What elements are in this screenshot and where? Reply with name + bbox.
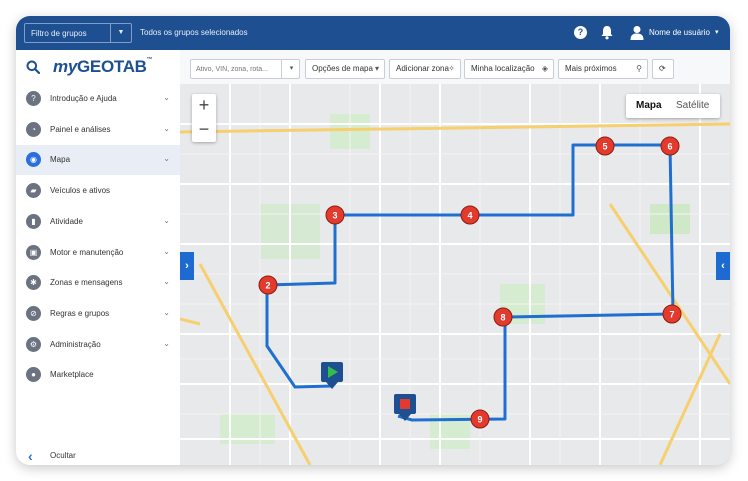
map-canvas[interactable]: 2 3 4 5 6 7 8 9 + − Mapa Satélite › ‹ <box>180 84 730 465</box>
refresh-icon: ⟳ <box>659 64 666 73</box>
sidebar-item[interactable]: ● Marketplace <box>16 360 180 390</box>
chevron-down-icon[interactable]: ⌄ <box>163 154 170 163</box>
gear-icon: ⚙ <box>26 336 41 352</box>
pie-chart-icon: ◔ <box>26 121 41 137</box>
chevron-left-icon: ‹ <box>28 448 33 464</box>
expand-right-panel-button[interactable]: ‹ <box>716 252 730 280</box>
refresh-button[interactable]: ⟳ <box>652 59 674 79</box>
location-target-icon: ◈ <box>541 64 548 73</box>
route-stop-8[interactable]: 8 <box>493 307 513 327</box>
chevron-down-icon[interactable]: ⌄ <box>163 247 170 256</box>
sidebar-item-label: Introdução e Ajuda <box>50 94 117 103</box>
user-menu-caret-icon[interactable]: ▾ <box>715 28 719 36</box>
sidebar-item-label: Veículos e ativos <box>50 186 111 196</box>
chevron-down-icon[interactable]: ⌄ <box>163 216 170 225</box>
nearest-button[interactable]: Mais próximos ⚲ <box>558 59 648 79</box>
svg-text:6: 6 <box>667 142 672 152</box>
chevron-down-icon[interactable]: ▼ <box>110 24 131 42</box>
marketplace-pin-icon: ● <box>26 367 41 383</box>
search-dropdown-caret-icon[interactable]: ▾ <box>281 59 301 79</box>
group-filter-dropdown[interactable]: Filtro de grupos ▼ <box>24 23 132 43</box>
nearest-label: Mais próximos <box>565 64 617 73</box>
sidebar-item[interactable]: ⊘ Regras e grupos ⌄ <box>16 299 180 329</box>
zoom-out-button[interactable]: − <box>192 118 216 142</box>
sidebar-item[interactable]: ? Introdução e Ajuda ⌄ <box>16 84 180 114</box>
svg-text:2: 2 <box>265 281 270 291</box>
rules-icon: ⊘ <box>26 305 41 321</box>
add-zone-button[interactable]: Adicionar zona ✧ <box>389 59 461 79</box>
chevron-down-icon: ▾ <box>374 64 379 73</box>
map-options-button[interactable]: Opções de mapa ▾ <box>305 59 385 79</box>
chevron-down-icon[interactable]: ⌄ <box>163 124 170 133</box>
route-stop-3[interactable]: 3 <box>325 205 345 225</box>
sidebar: myGEOTAB™ ? Introdução e Ajuda ⌄ ◔ Painel e … <box>16 50 181 465</box>
map-options-label: Opções de mapa <box>312 64 373 73</box>
route-stop-6[interactable]: 6 <box>660 136 680 156</box>
hide-sidebar-label: Ocultar <box>50 451 76 460</box>
zoom-control: + − <box>192 94 216 142</box>
sidebar-item[interactable]: ✱ Zonas e mensagens ⌄ <box>16 268 180 298</box>
sidebar-item-label: Mapa <box>50 155 71 165</box>
sidebar-item[interactable]: ▣ Motor e manutenção ⌄ <box>16 238 180 268</box>
puzzle-icon: ✱ <box>26 275 41 291</box>
user-name[interactable]: Nome de usuário <box>649 28 710 37</box>
engine-icon: ▣ <box>26 244 41 260</box>
user-icon[interactable] <box>630 25 644 40</box>
svg-text:9: 9 <box>477 415 482 425</box>
group-filter-label: Filtro de grupos <box>31 29 87 38</box>
route-stop-7[interactable]: 7 <box>662 304 682 324</box>
brand-row: myGEOTAB™ <box>16 50 180 84</box>
my-location-button[interactable]: Minha localização ◈ <box>464 59 554 79</box>
pin-icon: ⚲ <box>636 64 642 73</box>
svg-text:4: 4 <box>467 211 472 221</box>
svg-text:7: 7 <box>669 310 674 320</box>
bell-icon[interactable] <box>600 25 614 40</box>
route-stop-4[interactable]: 4 <box>460 205 480 225</box>
svg-text:3: 3 <box>332 211 337 221</box>
help-circle-icon: ? <box>26 91 41 106</box>
sidebar-item-label: Zonas e mensagens <box>50 278 123 288</box>
sidebar-item-label: Marketplace <box>50 370 94 380</box>
map-icon: ◉ <box>26 152 41 168</box>
map-type-satellite-button[interactable]: Satélite <box>676 100 709 111</box>
app-window: Filtro de grupos ▼ Todos os grupos selec… <box>16 16 730 465</box>
chevron-down-icon[interactable]: ⌄ <box>163 339 170 348</box>
hide-sidebar-button[interactable]: ‹ Ocultar <box>16 444 180 465</box>
route-stop-5[interactable]: 5 <box>595 136 615 156</box>
sidebar-item[interactable]: ⚙ Administração ⌄ <box>16 330 180 360</box>
sidebar-item-label: Painel e análises <box>50 124 111 134</box>
svg-text:8: 8 <box>500 313 505 323</box>
my-location-label: Minha localização <box>471 64 535 73</box>
sidebar-item-label: Motor e manutenção <box>50 247 124 257</box>
sidebar-item-label: Atividade <box>50 216 83 226</box>
help-icon[interactable]: ? <box>574 26 587 39</box>
search-icon[interactable] <box>26 60 41 75</box>
activity-chart-icon: ▮ <box>26 213 41 229</box>
sidebar-item-label: Regras e grupos <box>50 308 110 318</box>
chevron-down-icon[interactable]: ⌄ <box>163 277 170 286</box>
map-toolbar: ▾ Opções de mapa ▾ Adicionar zona ✧ Minh… <box>180 50 730 85</box>
map-type-map-button[interactable]: Mapa <box>636 100 662 111</box>
groups-selected-text: Todos os grupos selecionados <box>140 28 248 37</box>
route-stops-layer: 2 3 4 5 6 7 8 9 <box>258 136 682 429</box>
zoom-in-button[interactable]: + <box>192 94 216 118</box>
expand-left-panel-button[interactable]: › <box>180 252 194 280</box>
route-stop-9[interactable]: 9 <box>470 409 490 429</box>
svg-text:5: 5 <box>602 142 607 152</box>
sidebar-item[interactable]: ▰ Veículos e ativos <box>16 176 180 206</box>
truck-icon: ▰ <box>26 183 41 199</box>
sidebar-item-label: Administração <box>50 339 101 349</box>
chevron-down-icon[interactable]: ⌄ <box>163 308 170 317</box>
chevron-down-icon[interactable]: ⌄ <box>163 93 170 102</box>
sidebar-item[interactable]: ▮ Atividade ⌄ <box>16 207 180 237</box>
route-stop-2[interactable]: 2 <box>258 275 278 295</box>
top-bar: Filtro de grupos ▼ Todos os grupos selec… <box>16 16 730 50</box>
zone-icon: ✧ <box>448 64 455 73</box>
mygeotab-logo: myGEOTAB™ <box>53 57 153 76</box>
sidebar-item[interactable]: ◔ Painel e análises ⌄ <box>16 115 180 145</box>
sidebar-item[interactable]: ◉ Mapa ⌄ <box>16 145 180 176</box>
map-type-control: Mapa Satélite <box>626 94 720 118</box>
add-zone-label: Adicionar zona <box>396 64 449 73</box>
